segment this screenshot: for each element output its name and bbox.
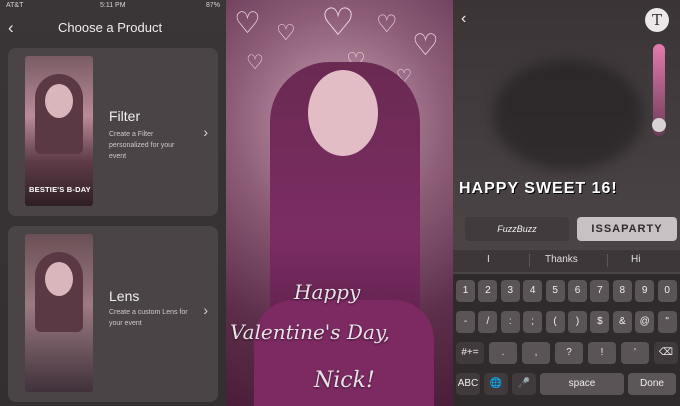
symbols-key[interactable]: #+= [456, 342, 484, 364]
blurred-background [493, 60, 643, 170]
battery: 87% [205, 2, 220, 9]
key[interactable]: 2 [478, 280, 498, 302]
key[interactable]: , [522, 342, 550, 364]
slider-knob[interactable] [652, 118, 666, 132]
key[interactable]: ( [545, 311, 565, 333]
filter-card[interactable]: BESTIE'S B-DAY Filter Create a Filter pe… [8, 48, 218, 216]
key[interactable]: 4 [523, 280, 543, 302]
heart-icon: ♡ [234, 7, 261, 40]
key[interactable]: @ [635, 311, 655, 333]
lens-card[interactable]: Lens Create a custom Lens for your event… [8, 226, 218, 402]
thumbnail-caption: BESTIE'S B-DAY [29, 185, 91, 194]
globe-icon[interactable]: 🌐 [484, 373, 508, 395]
key[interactable]: - [456, 311, 475, 333]
text-entry[interactable]: HAPPY SWEET 16! [459, 180, 618, 198]
chevron-right-icon: › [203, 124, 208, 140]
font-option-issaparty[interactable]: ISSAPARTY [577, 217, 677, 241]
card-title: Lens [109, 288, 140, 304]
face-shape [45, 84, 73, 118]
backspace-key[interactable]: ⌫ [654, 342, 678, 364]
greeting-line-1: Happy [294, 280, 361, 304]
key[interactable]: 9 [635, 280, 655, 302]
card-title: Filter [109, 108, 141, 124]
lens-thumbnail [25, 234, 93, 392]
suggestion[interactable]: Thanks [545, 254, 578, 265]
back-chevron-icon[interactable]: ‹ [461, 10, 466, 28]
greeting-line-3: Nick! [314, 368, 375, 393]
header: ‹ Choose a Product [0, 16, 226, 40]
heart-icon: ♡ [412, 29, 439, 62]
key[interactable]: $ [590, 311, 610, 333]
key[interactable]: / [478, 311, 498, 333]
heart-icon: ♡ [321, 2, 356, 44]
key[interactable]: 8 [612, 280, 632, 302]
divider [529, 254, 530, 267]
greeting-line-2: Valentine's Day, [230, 320, 390, 344]
clock: 5:11 PM [100, 2, 126, 9]
key[interactable]: ' [621, 342, 649, 364]
suggestion[interactable]: Hi [631, 254, 640, 265]
heart-icon: ♡ [276, 20, 296, 45]
carrier: AT&T [6, 2, 24, 9]
abc-key[interactable]: ABC [456, 373, 480, 395]
suggestion-bar: I Thanks Hi [453, 250, 680, 272]
font-option-fuzzbuzz[interactable]: FuzzBuzz [465, 217, 569, 241]
key[interactable]: " [657, 311, 677, 333]
key[interactable]: 7 [590, 280, 610, 302]
space-key[interactable]: space [540, 373, 624, 395]
page-title: Choose a Product [58, 20, 163, 35]
key[interactable]: ! [588, 342, 616, 364]
key[interactable]: & [612, 311, 632, 333]
divider [607, 254, 608, 267]
key[interactable]: ; [523, 311, 543, 333]
choose-product-screen: AT&T 5:11 PM 87% ‹ Choose a Product BEST… [0, 0, 226, 406]
key[interactable]: 5 [545, 280, 565, 302]
done-key[interactable]: Done [628, 373, 676, 395]
keyboard: 1 2 3 4 5 6 7 8 9 0 - /:;() $ & @ " #+=.,?! ' ⌫ ABC 🌐 🎤 space D… [453, 274, 680, 406]
screenshot: AT&T 5:11 PM 87% ‹ Choose a Product BEST… [0, 0, 680, 406]
color-slider[interactable] [652, 44, 666, 136]
key[interactable]: 3 [500, 280, 520, 302]
key[interactable]: : [500, 311, 520, 333]
font-picker: FuzzBuzz ISSAPARTY [453, 214, 680, 244]
card-description: Create a custom Lens for your event [109, 309, 188, 327]
key[interactable]: 1 [456, 280, 475, 302]
key[interactable]: 6 [568, 280, 587, 302]
microphone-icon[interactable]: 🎤 [512, 373, 536, 395]
text-tool-icon[interactable]: T [645, 8, 669, 32]
face-shape [45, 262, 73, 296]
key[interactable]: ) [568, 311, 587, 333]
chevron-right-icon: › [203, 302, 208, 318]
key[interactable]: 0 [657, 280, 677, 302]
filter-thumbnail: BESTIE'S B-DAY [25, 56, 93, 206]
suggestion[interactable]: I [487, 254, 490, 265]
text-editor-screen: ‹ T HAPPY SWEET 16! FuzzBuzz ISSAPARTY I… [453, 0, 680, 406]
card-description: Create a Filter personalized for your ev… [109, 131, 175, 160]
heart-icon: ♡ [376, 11, 398, 38]
heart-icon: ♡ [246, 52, 264, 74]
key[interactable]: . [489, 342, 517, 364]
face-shape [308, 70, 378, 156]
status-bar: AT&T 5:11 PM 87% [6, 2, 220, 12]
back-chevron-icon[interactable]: ‹ [8, 18, 14, 38]
lens-preview: ♡ ♡ ♡ ♡ ♡ ♡ ♡ ♡ Happy Valentine's Day, N… [226, 0, 453, 406]
key[interactable]: ? [555, 342, 583, 364]
